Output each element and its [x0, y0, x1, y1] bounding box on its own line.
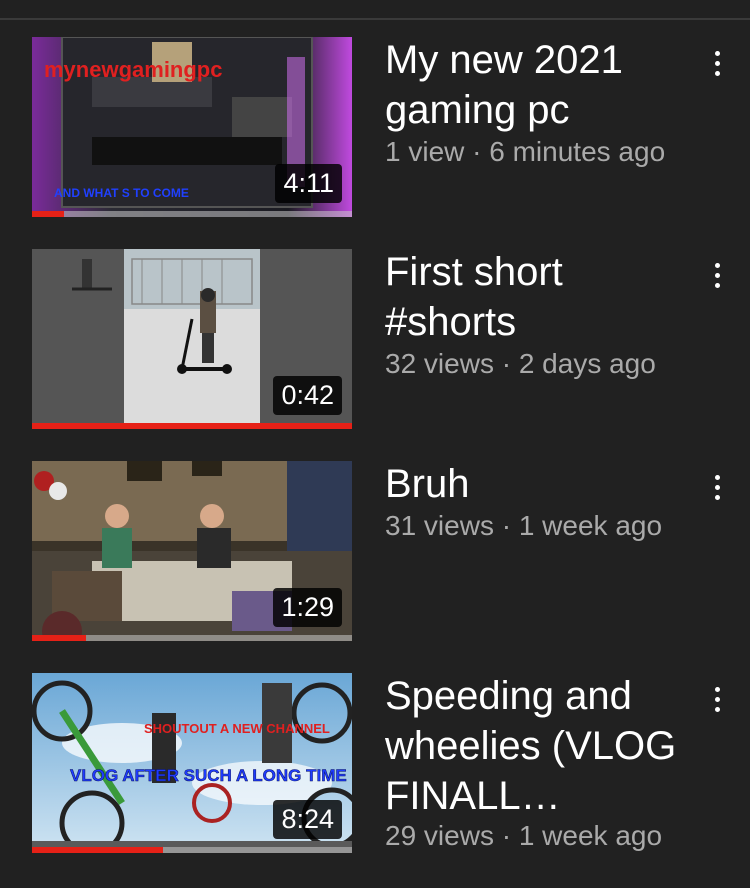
duration-badge: 1:29	[273, 588, 342, 627]
watch-progress-track	[32, 635, 352, 641]
more-vert-icon[interactable]	[703, 43, 731, 83]
watch-progress-fill	[32, 847, 164, 853]
duration-badge: 8:24	[273, 800, 342, 839]
video-title[interactable]: My new 2021 gaming pc	[385, 35, 685, 135]
video-meta: 32 views · 2 days ago	[385, 348, 656, 379]
watch-progress-fill	[32, 211, 64, 217]
video-title[interactable]: Speeding and wheelies (VLOG FINALL…	[385, 671, 685, 821]
video-thumbnail[interactable]: SHOUTOUT A NEW CHANNEL VLOG AFTER SUCH A…	[32, 673, 352, 853]
video-thumbnail[interactable]: mynewgamingpc AND WHAT S TO COME 4:11	[32, 37, 352, 217]
duration-badge: 4:11	[275, 164, 342, 203]
video-item[interactable]: 0:42 First short #shorts 32 views · 2 da…	[0, 249, 750, 439]
more-vert-icon[interactable]	[703, 255, 731, 295]
video-item[interactable]: SHOUTOUT A NEW CHANNEL VLOG AFTER SUCH A…	[0, 673, 750, 863]
video-item[interactable]: 1:29 Bruh 31 views · 1 week ago	[0, 461, 750, 651]
watch-progress-fill	[32, 635, 87, 641]
duration-badge: 0:42	[273, 376, 342, 415]
watch-progress-track	[32, 847, 352, 853]
more-vert-icon[interactable]	[703, 467, 731, 507]
thumbnail-caption-top: SHOUTOUT A NEW CHANNEL	[144, 721, 330, 736]
video-meta: 31 views · 1 week ago	[385, 510, 663, 541]
video-meta: 29 views · 1 week ago	[385, 820, 663, 851]
video-title[interactable]: First short #shorts	[385, 247, 685, 347]
video-item[interactable]: mynewgamingpc AND WHAT S TO COME 4:11 My…	[0, 37, 750, 227]
thumbnail-caption-bottom: VLOG AFTER SUCH A LONG TIME	[70, 766, 347, 785]
video-title[interactable]: Bruh	[385, 459, 685, 509]
top-divider	[0, 18, 750, 20]
thumbnail-caption-bottom: AND WHAT S TO COME	[54, 186, 189, 200]
video-thumbnail[interactable]: 0:42	[32, 249, 352, 429]
video-meta: 1 view · 6 minutes ago	[385, 136, 666, 167]
thumbnail-caption-top: mynewgamingpc	[44, 57, 222, 82]
watch-progress-fill	[32, 423, 352, 429]
watch-progress-track	[32, 211, 352, 217]
video-thumbnail[interactable]: 1:29	[32, 461, 352, 641]
watch-progress-track	[32, 423, 352, 429]
more-vert-icon[interactable]	[703, 679, 731, 719]
